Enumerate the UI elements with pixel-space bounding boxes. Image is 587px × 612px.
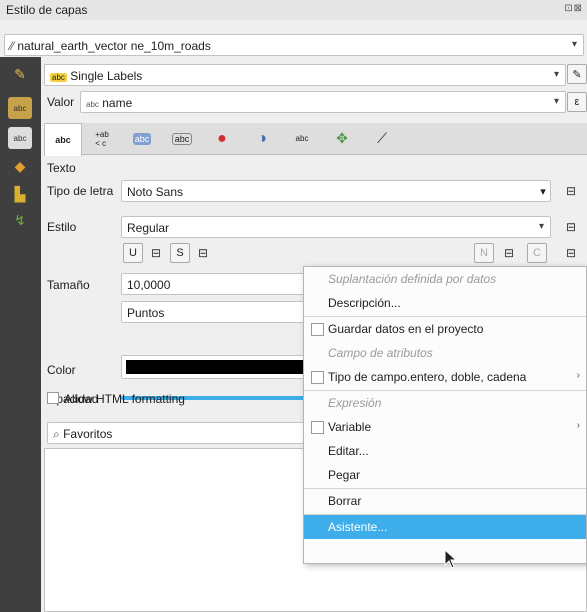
menu-item-paste[interactable]: Pegar — [304, 463, 586, 487]
layer-name: ⁄⁄ natural_earth_vector ne_10m_roads — [10, 39, 211, 53]
tab-shadow[interactable]: ● — [204, 123, 240, 154]
checkbox-icon — [311, 323, 324, 336]
font-selector[interactable]: Noto Sans — [121, 180, 551, 202]
style-label: Estilo — [47, 220, 77, 234]
string-field-icon: abc — [86, 100, 99, 109]
tab-formatting[interactable]: +ab < c — [84, 123, 120, 154]
chevron-down-icon: ▾ — [553, 69, 559, 80]
size-label: Tamaño — [47, 278, 90, 292]
menu-item-assistant[interactable]: Asistente... — [304, 515, 586, 539]
menu-item-clear[interactable]: Borrar — [304, 489, 586, 513]
symbology-brush-icon — [8, 65, 32, 85]
section-title: Texto — [47, 161, 76, 175]
style-sidebar: ✎ abc abc ◆ ▙ ↯ — [0, 57, 41, 612]
menu-item-description[interactable]: Descripción... — [304, 291, 586, 315]
label-field: name — [102, 96, 133, 110]
label-mode: Single Labels — [70, 69, 143, 83]
checkbox-icon — [311, 371, 324, 384]
menu-item-variable[interactable]: Variable › — [304, 415, 586, 439]
paint-icon[interactable]: ✎ — [567, 64, 587, 84]
strikeout-button[interactable]: S — [170, 243, 190, 263]
chevron-down-icon: ▾ — [553, 96, 559, 107]
chevron-down-icon: ▾ — [571, 39, 577, 50]
font-value: Noto Sans — [127, 185, 184, 199]
html-formatting-checkbox[interactable] — [47, 392, 59, 404]
labels-icon[interactable]: abc — [8, 97, 32, 119]
data-defined-override-icon[interactable]: ⊟ — [562, 182, 580, 200]
shield-icon: ● — [217, 129, 227, 147]
chevron-down-icon: ▾ — [538, 221, 544, 232]
style-value: Regular — [127, 221, 170, 235]
menu-header-data-defined: Suplantación definida por datos — [328, 272, 497, 286]
color-swatch — [126, 360, 307, 374]
bold-button[interactable]: N — [474, 243, 494, 263]
data-defined-override-icon[interactable]: ⊟ — [562, 244, 580, 262]
menu-header-expression: Expresión — [328, 396, 382, 410]
color-button[interactable] — [121, 355, 307, 379]
checkbox-icon — [311, 421, 324, 434]
tab-buffer[interactable]: abc — [124, 123, 160, 154]
panel-title: Estilo de capas — [6, 3, 88, 17]
chevron-down-icon[interactable]: ▾ — [533, 181, 553, 201]
data-defined-override-icon[interactable]: ⊟ — [194, 244, 212, 262]
favorites-search[interactable]: ⌕ Favoritos — [47, 422, 306, 444]
tab-rendering[interactable]: ✥ — [324, 123, 360, 154]
tab-mask[interactable]: ⟋ — [364, 123, 400, 154]
menu-header-attribute-field: Campo de atributos — [328, 346, 433, 360]
menu-item-edit[interactable]: Editar... — [304, 439, 586, 463]
panel-float-close-buttons[interactable]: ⊡⊠ — [564, 3, 583, 14]
chevron-right-icon: › — [576, 370, 580, 381]
menu-item-field-type[interactable]: Tipo de campo.entero, doble, cadena › — [304, 365, 586, 389]
chevron-right-icon: › — [576, 420, 580, 431]
color-label: Color — [47, 363, 76, 377]
data-defined-override-icon[interactable]: ⊟ — [500, 244, 518, 262]
menu-item-save-in-project[interactable]: Guardar datos en el proyecto — [304, 317, 586, 341]
diagrams-icon[interactable]: ▙ — [8, 183, 32, 205]
data-defined-menu: Suplantación definida por datos Descripc… — [303, 266, 587, 564]
tab-text[interactable]: abc — [44, 123, 82, 156]
label-mode-selector[interactable]: abc Single Labels ▾ — [44, 64, 566, 86]
move-icon: ✥ — [336, 130, 348, 146]
tab-placement[interactable]: abc — [284, 123, 320, 154]
layer-selector[interactable]: ⁄⁄ natural_earth_vector ne_10m_roads ▾ — [4, 34, 584, 56]
mouse-cursor-icon — [444, 549, 458, 569]
tab-background[interactable]: abc — [164, 123, 200, 154]
size-value: 10,0000 — [127, 278, 171, 292]
data-defined-override-icon[interactable]: ⊟ — [147, 244, 165, 262]
search-icon: ⌕ — [53, 427, 64, 441]
masks-icon[interactable]: abc — [8, 127, 32, 149]
expression-button[interactable]: ε — [567, 92, 587, 112]
font-label: Tipo de letra — [47, 184, 114, 198]
3d-view-icon[interactable]: ◆ — [8, 155, 32, 177]
label-settings-tabs: abc +ab < c abc abc ● ◑ abc ✥ ⟋ — [44, 123, 587, 156]
brush-icon: ⟋ — [377, 130, 387, 146]
rendering-icon[interactable]: ↯ — [8, 209, 32, 231]
data-defined-override-icon[interactable]: ⊟ — [562, 218, 580, 236]
size-unit-selector[interactable]: Puntos — [121, 301, 306, 323]
style-selector[interactable]: Regular ▾ — [121, 216, 551, 238]
size-unit: Puntos — [127, 306, 165, 320]
value-label: Valor — [47, 95, 75, 109]
tab-callout[interactable]: ◑ — [244, 123, 280, 154]
favorites-label: Favoritos — [63, 427, 113, 441]
italic-button[interactable]: C — [527, 243, 547, 263]
html-formatting-label: Allow HTML formatting — [64, 392, 185, 406]
underline-button[interactable]: U — [123, 243, 143, 263]
label-field-selector[interactable]: abc name ▾ — [80, 91, 566, 113]
label-mode-badge-icon: abc — [50, 73, 67, 82]
callout-icon: ◑ — [257, 129, 267, 147]
panel-title-bar: Estilo de capas ⊡⊠ — [0, 0, 587, 20]
